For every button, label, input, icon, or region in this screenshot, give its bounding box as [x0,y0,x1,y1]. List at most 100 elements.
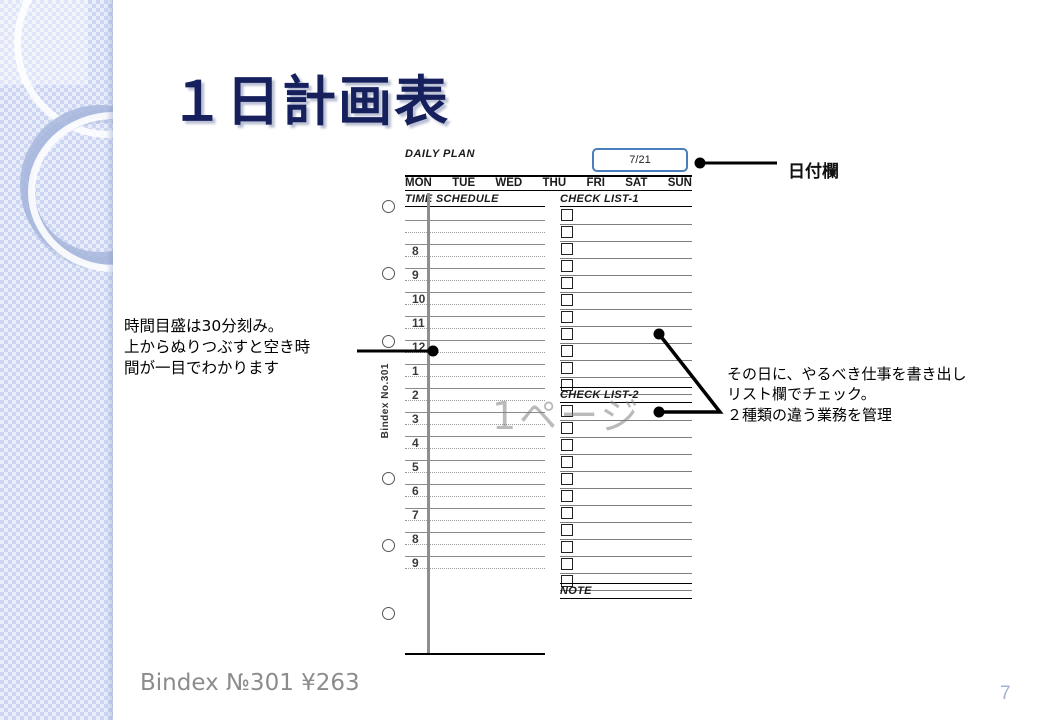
check-list-2-row [560,404,692,421]
check-list-2-checkbox[interactable] [561,490,573,502]
time-hour-rule [405,244,545,245]
time-hour-rule [405,364,545,365]
check-list-2-checkbox[interactable] [561,541,573,553]
check-list-1-checkbox[interactable] [561,209,573,221]
footer-product-note: Bindex №301 ¥263 [140,670,360,696]
time-hour-rule [405,388,545,389]
check-list-2-checkbox[interactable] [561,422,573,434]
check-list-2-row [560,540,692,557]
weekday-fri: FRI [586,177,605,189]
time-row: 11 [405,304,545,329]
check-list-2-checkbox[interactable] [561,456,573,468]
check-list-2-top-rule [560,387,692,388]
time-row: 10 [405,280,545,305]
binder-ring-hole [382,607,395,620]
check-list-1-checkbox[interactable] [561,277,573,289]
time-hour-rule [405,436,545,437]
time-schedule-bottom-rule [405,653,545,655]
time-schedule-header-rule [405,206,545,207]
check-list-2-checkbox[interactable] [561,558,573,570]
check-list-2-header: CHECK LIST-2 [560,389,639,401]
slide-title: １日計画表 [170,70,450,133]
time-row: 5 [405,448,545,473]
weekday-tue: TUE [452,177,476,189]
check-list-1-rows [560,208,692,395]
check-list-2-checkbox[interactable] [561,405,573,417]
time-row: 1 [405,352,545,377]
check-list-1-row [560,310,692,327]
binder-ring-hole [382,267,395,280]
time-row: 8 [405,232,545,257]
check-list-1-row [560,276,692,293]
date-field-value: 7/21 [629,154,651,166]
check-list-2-checkbox[interactable] [561,473,573,485]
annotation-check-list: その日に、やるべき仕事を書き出し リスト欄でチェック。 ２種類の違う業務を管理 [727,365,967,424]
note-header-rule [560,598,692,599]
note-top-rule [560,583,692,584]
annotation-time-scale: 時間目盛は30分刻み。 上からぬりつぶすと空き時 間が一目でわかります [124,317,311,377]
check-list-1-checkbox[interactable] [561,260,573,272]
binder-ring-hole [382,200,395,213]
time-hour-rule [405,292,545,293]
check-list-1-checkbox[interactable] [561,362,573,374]
time-hour-rule [405,508,545,509]
check-list-1-checkbox[interactable] [561,328,573,340]
time-row: 9 [405,256,545,281]
page-number: 7 [1000,683,1011,704]
time-hour-label: 9 [412,556,419,570]
check-list-1-checkbox[interactable] [561,226,573,238]
check-list-1-row [560,344,692,361]
check-list-1-row [560,242,692,259]
check-list-1-checkbox[interactable] [561,243,573,255]
note-header: NOTE [560,585,592,597]
annotation-date-field: 日付欄 [788,162,839,182]
weekday-sun: SUN [667,177,692,189]
time-row [405,208,545,233]
time-schedule-column: 8 9 10 11 12 1 2 3 4 5 6 7 8 9 [405,193,545,653]
check-list-1-row [560,327,692,344]
time-row: 6 [405,472,545,497]
check-list-1-checkbox[interactable] [561,311,573,323]
weekday-sat: SAT [625,177,648,189]
time-row: 12 [405,328,545,353]
time-row: 8 [405,520,545,545]
check-list-2-checkbox[interactable] [561,524,573,536]
time-hour-rule [405,532,545,533]
check-list-2-row [560,455,692,472]
time-row: 7 [405,496,545,521]
time-hour-rule [405,316,545,317]
date-field-box[interactable]: 7/21 [592,148,688,172]
check-list-1-header-rule [560,206,692,207]
time-row: 4 [405,424,545,449]
time-hour-rule [405,556,545,557]
check-list-1-checkbox[interactable] [561,345,573,357]
time-half-hour-rule [405,568,545,569]
check-list-1-row [560,259,692,276]
time-hour-rule [405,220,545,221]
time-schedule-rows: 8 9 10 11 12 1 2 3 4 5 6 7 8 9 [405,208,545,570]
time-row: 9 [405,544,545,570]
binder-spine-text: Bindex No.301 [380,363,391,439]
weekday-thu: THU [542,177,567,189]
check-list-2-row [560,438,692,455]
time-row: 2 [405,376,545,401]
daily-plan-sheet: DAILY PLAN 7/21 MON TUE WED THU FRI SAT SUN TI… [380,145,692,663]
check-list-1-row [560,208,692,225]
daily-plan-label: DAILY PLAN [405,148,475,160]
check-list-1-checkbox[interactable] [561,294,573,306]
check-list-2-row [560,489,692,506]
check-list-1-row [560,225,692,242]
check-list-2-row [560,421,692,438]
check-list-1-row [560,361,692,378]
check-list-2-checkbox[interactable] [561,507,573,519]
weekday-mon: MON [405,177,432,189]
weekday-row: MON TUE WED THU FRI SAT SUN [405,177,692,191]
check-list-2-header-rule [560,402,692,403]
check-list-2-row [560,523,692,540]
time-row: 3 [405,400,545,425]
time-schedule-vertical-rule [427,193,430,653]
check-list-2-checkbox[interactable] [561,439,573,451]
check-list-1-header: CHECK LIST-1 [560,193,639,205]
time-hour-rule [405,484,545,485]
weekday-wed: WED [495,177,523,189]
